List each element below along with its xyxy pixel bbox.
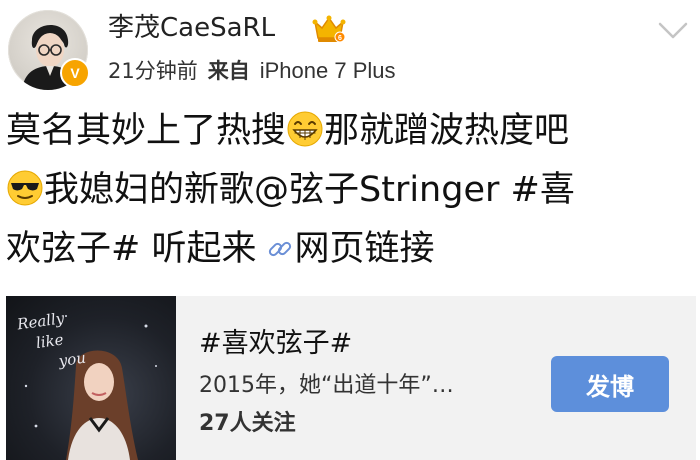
- topic-title[interactable]: #喜欢弦子#: [199, 326, 352, 362]
- topic-card[interactable]: Really like you #喜欢弦子# 2015年，她“出道十年”… 27…: [6, 296, 696, 460]
- cool-sunglasses-emoji: [7, 170, 43, 206]
- post-text-1a: 莫名其妙上了热搜: [6, 111, 287, 151]
- web-link[interactable]: 网页链接: [294, 229, 434, 269]
- username[interactable]: 李茂CaeSaRL: [108, 10, 275, 46]
- source-device[interactable]: iPhone 7 Plus: [260, 56, 396, 86]
- post-meta: 21分钟前 来自 iPhone 7 Plus: [108, 56, 396, 86]
- album-cover[interactable]: Really like you: [6, 296, 176, 460]
- post-time: 21分钟前: [108, 59, 198, 83]
- post-text-1b: 那就蹭波热度吧: [324, 111, 570, 151]
- post-text-2[interactable]: 我媳妇的新歌@弦子Stringer #喜: [44, 170, 575, 210]
- crown-icon[interactable]: 6: [312, 14, 346, 44]
- post-text-3[interactable]: 欢弦子# 听起来: [6, 229, 256, 269]
- grin-emoji: [287, 111, 323, 147]
- post-line-3: 欢弦子# 听起来 网页链接: [6, 220, 694, 279]
- follower-count: 27人关注: [199, 411, 296, 436]
- topic-description: 2015年，她“出道十年”…: [199, 373, 454, 398]
- link-icon[interactable]: [266, 235, 294, 263]
- verified-badge: V: [60, 58, 90, 88]
- post-line-2: 我媳妇的新歌@弦子Stringer #喜: [6, 161, 694, 220]
- chevron-down-icon[interactable]: [656, 18, 690, 42]
- source-label: 来自: [207, 59, 250, 83]
- post-button[interactable]: 发博: [551, 356, 669, 412]
- svg-text:6: 6: [338, 35, 342, 42]
- album-title-script: Really like you: [16, 306, 87, 377]
- post-line-1: 莫名其妙上了热搜 那就蹭波热度吧: [6, 102, 694, 161]
- post-content: 莫名其妙上了热搜 那就蹭波热度吧 我媳妇的新歌@弦子Stringer #喜 欢弦…: [6, 102, 694, 279]
- post-header: V 李茂CaeSaRL 6 21分钟前 来自 iPhone 7 Plus: [0, 0, 700, 100]
